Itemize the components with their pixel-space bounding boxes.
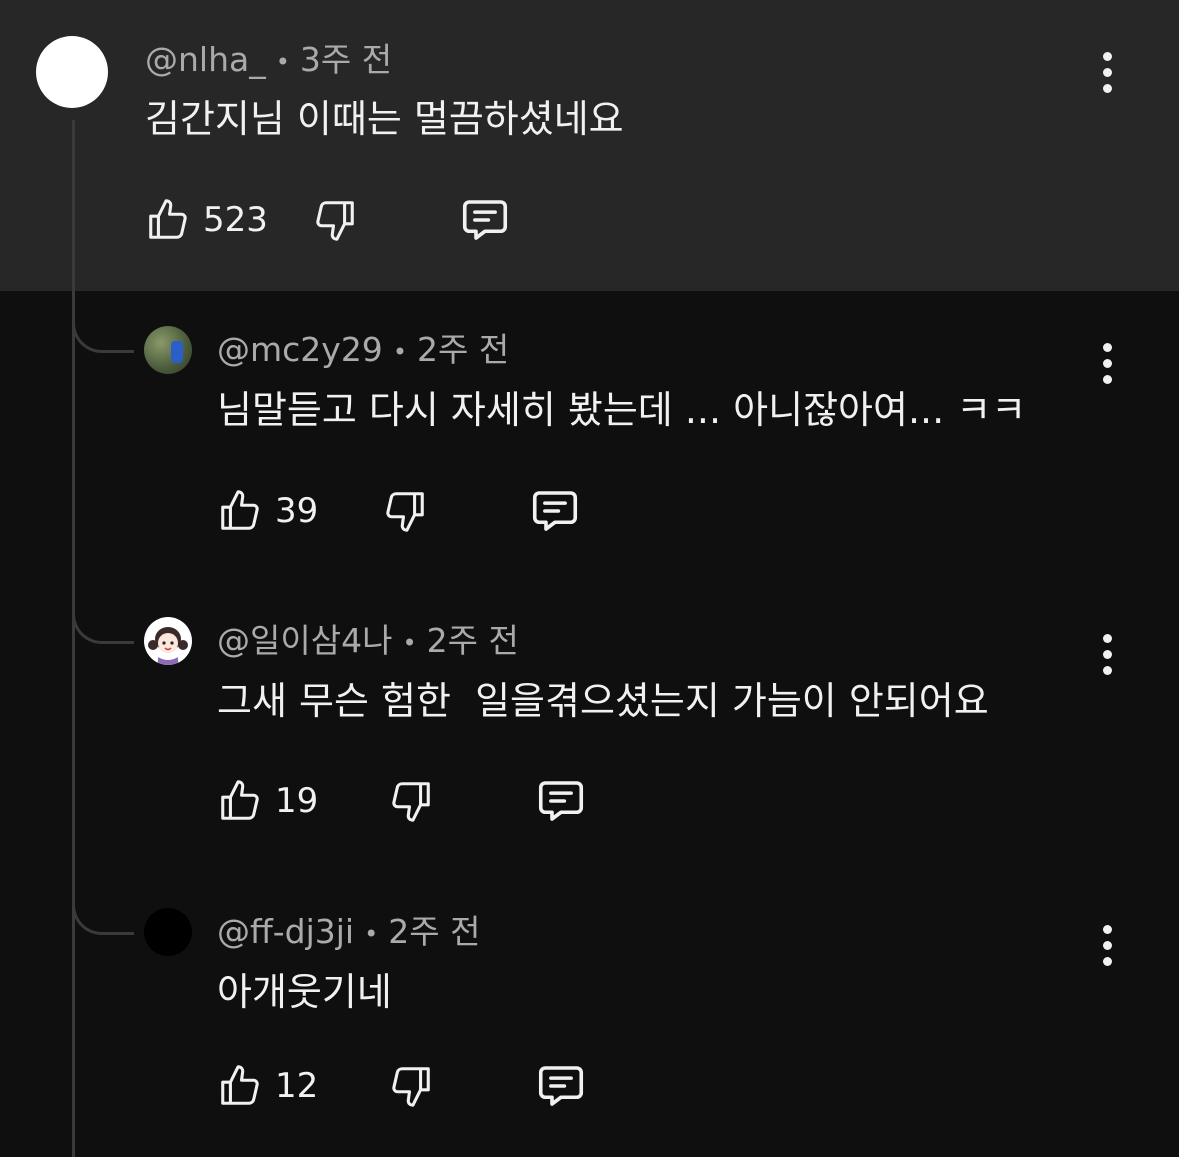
like-count: 12 xyxy=(275,1066,319,1106)
comment-time[interactable]: 2주 전 xyxy=(427,621,519,660)
thumbs-down-icon xyxy=(316,201,354,241)
dislike-button[interactable] xyxy=(388,778,434,824)
comment-meta: @일이삼4나 • 2주 전 xyxy=(217,621,519,663)
like-button[interactable]: 523 xyxy=(145,197,268,243)
comment-menu-button[interactable] xyxy=(1090,629,1124,679)
comment-meta: @ff-dj3ji • 2주 전 xyxy=(217,912,480,954)
meta-separator: • xyxy=(364,919,379,948)
comment-actions: 19 xyxy=(217,771,588,831)
comment-menu-button[interactable] xyxy=(1090,920,1124,970)
comment-icon xyxy=(539,781,584,821)
like-count: 523 xyxy=(203,200,268,240)
comment-icon xyxy=(539,1066,584,1106)
thumbs-down-icon xyxy=(386,492,425,532)
thumbs-up-icon xyxy=(149,199,187,239)
comment-text: 아개웃기네 xyxy=(217,970,392,1014)
comment-time[interactable]: 2주 전 xyxy=(388,912,480,951)
comment-time[interactable]: 3주 전 xyxy=(300,40,392,79)
meta-separator: • xyxy=(402,628,417,657)
reply-connector xyxy=(72,315,134,353)
more-icon xyxy=(1102,51,1112,61)
thumbs-up-icon xyxy=(221,490,259,530)
avatar[interactable] xyxy=(144,617,192,665)
reply-button[interactable] xyxy=(534,1059,588,1113)
comment-author[interactable]: @mc2y29 xyxy=(217,330,383,369)
thumbs-up-icon xyxy=(221,1065,259,1105)
more-icon xyxy=(1102,924,1112,934)
comment-icon xyxy=(462,200,507,240)
avatar-figure xyxy=(171,341,183,363)
like-button[interactable]: 12 xyxy=(217,1063,318,1109)
avatar[interactable] xyxy=(144,908,192,956)
meta-separator: • xyxy=(392,337,407,366)
comment-meta: @mc2y29 • 2주 전 xyxy=(217,330,509,372)
comment-text: 김간지님 이때는 멀끔하셨네요 xyxy=(145,97,624,141)
comment-icon xyxy=(533,491,578,531)
avatar[interactable] xyxy=(144,326,192,374)
comment-actions: 523 xyxy=(145,190,512,250)
thumbs-down-icon xyxy=(392,1067,431,1107)
comment-time[interactable]: 2주 전 xyxy=(417,330,509,369)
dislike-button[interactable] xyxy=(388,1063,434,1109)
like-count: 19 xyxy=(275,781,319,821)
reply-button[interactable] xyxy=(534,774,588,828)
reply-connector xyxy=(72,897,134,935)
more-icon xyxy=(1102,342,1112,352)
more-icon xyxy=(1102,633,1112,643)
comment-menu-button[interactable] xyxy=(1090,47,1124,97)
dislike-button[interactable] xyxy=(312,197,358,243)
cartoon-girl-icon xyxy=(148,627,188,665)
reply-connector xyxy=(72,606,134,644)
dislike-button[interactable] xyxy=(382,488,428,534)
comment-meta: @nlha_ • 3주 전 xyxy=(145,40,392,82)
comment-author[interactable]: @ff-dj3ji xyxy=(217,912,354,951)
thumbs-down-icon xyxy=(392,782,431,822)
comment-menu-button[interactable] xyxy=(1090,338,1124,388)
comment-text: 님말듣고 다시 자세히 봤는데 ... 아니잖아여... ㅋㅋ xyxy=(217,388,1027,432)
like-button[interactable]: 19 xyxy=(217,778,318,824)
thumbs-up-icon xyxy=(221,780,259,820)
meta-separator: • xyxy=(275,47,290,76)
reply-button[interactable] xyxy=(528,484,582,538)
comment-author[interactable]: @일이삼4나 xyxy=(217,621,392,660)
like-count: 39 xyxy=(275,491,319,531)
comment-actions: 39 xyxy=(217,481,582,541)
reply-button[interactable] xyxy=(458,193,512,247)
comment-author[interactable]: @nlha_ xyxy=(145,40,266,79)
comment-text: 그새 무슨 험한 일을겪으셨는지 가늠이 안되어요 xyxy=(217,679,989,723)
comment-actions: 12 xyxy=(217,1056,588,1116)
like-button[interactable]: 39 xyxy=(217,488,318,534)
avatar[interactable] xyxy=(36,36,108,108)
thread-line xyxy=(72,120,75,1157)
